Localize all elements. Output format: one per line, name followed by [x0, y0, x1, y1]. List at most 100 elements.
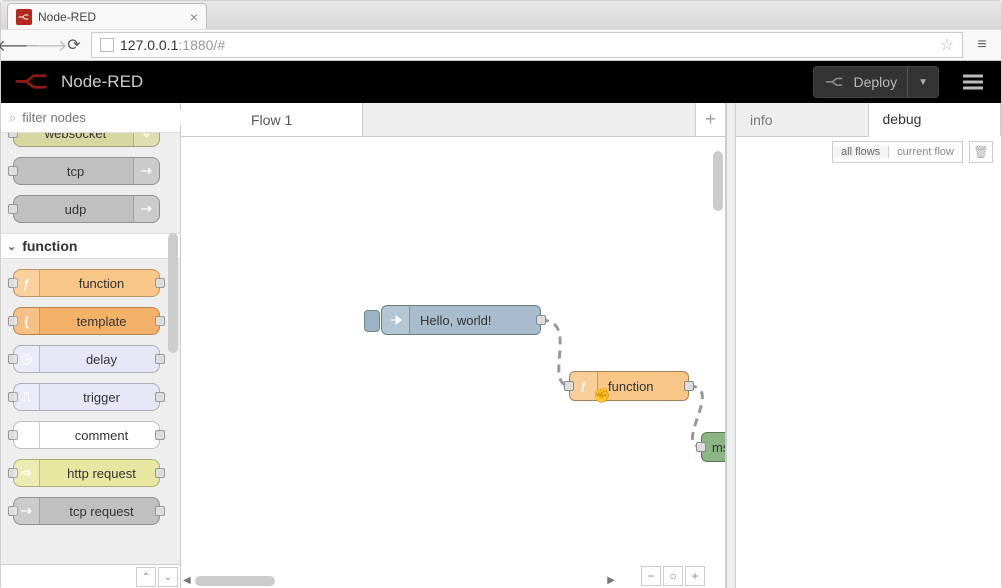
palette-node-udp[interactable]: ⇢ udp — [13, 195, 160, 223]
url-text: 127.0.0.1:1880/# — [120, 37, 225, 53]
node-output-port[interactable] — [536, 315, 546, 325]
node-type-icon: { — [14, 308, 40, 334]
palette-node-trigger[interactable]: ⎍ trigger — [13, 383, 160, 411]
inject-node[interactable]: Hello, world! — [381, 305, 541, 335]
debug-node[interactable]: msg.payload — [701, 432, 725, 462]
category-label: function — [22, 238, 77, 254]
inject-trigger-button[interactable] — [364, 310, 380, 332]
palette-collapse-button[interactable]: ⌃ — [136, 567, 156, 587]
palette-scrollbar[interactable] — [168, 233, 178, 353]
palette-node-label: tcp — [22, 164, 129, 179]
tab-debug-label: debug — [883, 111, 922, 127]
forward-button[interactable]: 🡒 — [35, 34, 57, 56]
palette-node-delay[interactable]: ◷ delay — [13, 345, 160, 373]
browser-menu-icon[interactable]: ≡ — [969, 32, 995, 58]
node-input-port[interactable] — [564, 381, 574, 391]
canvas-scrollbar-horizontal[interactable] — [195, 576, 275, 586]
node-port[interactable] — [8, 166, 18, 176]
node-port[interactable] — [155, 506, 165, 516]
zoom-reset-button[interactable]: ○ — [663, 566, 683, 586]
close-icon[interactable]: × — [190, 10, 198, 24]
tab-info-label: info — [750, 112, 773, 128]
filter-current-flow[interactable]: current flow — [888, 146, 962, 158]
add-flow-button[interactable]: + — [695, 103, 725, 136]
page-icon — [100, 38, 114, 52]
canvas-zoom-controls: − ○ + — [641, 566, 705, 586]
zoom-in-button[interactable]: + — [685, 566, 705, 586]
zoom-out-button[interactable]: − — [641, 566, 661, 586]
function-node[interactable]: ƒ function — [569, 371, 689, 401]
sidebar-tabs: info debug — [736, 103, 1001, 137]
palette-node-label: function — [44, 276, 159, 291]
palette-node-websocket[interactable]: ⇩websocket — [13, 133, 160, 147]
browser-tab-title: Node-RED — [38, 10, 184, 24]
palette-node-label: websocket — [22, 133, 129, 141]
canvas-scrollbar-vertical[interactable] — [713, 151, 723, 211]
node-type-icon: ⇢ — [133, 196, 159, 222]
favicon-icon — [16, 9, 32, 25]
deploy-icon — [824, 75, 844, 89]
node-type-icon: ƒ — [14, 270, 40, 296]
debug-filter-segment[interactable]: all flows current flow — [832, 141, 963, 163]
sidebar-split-handle[interactable] — [726, 103, 736, 588]
palette-node-label: delay — [44, 352, 159, 367]
node-port[interactable] — [155, 430, 165, 440]
tab-info[interactable]: info — [736, 103, 869, 136]
chevron-down-icon: ⌄ — [7, 240, 16, 253]
url-bar[interactable]: 127.0.0.1:1880/# ☆ — [91, 32, 963, 58]
tab-debug[interactable]: debug — [869, 103, 1002, 137]
palette-node-comment[interactable]: ⋯comment — [13, 421, 160, 449]
node-port[interactable] — [155, 468, 165, 478]
function-icon: ƒ — [570, 372, 598, 400]
node-type-icon: ◷ — [14, 346, 40, 372]
node-type-icon: ⎍ — [14, 384, 40, 410]
bookmark-star-icon[interactable]: ☆ — [940, 35, 954, 55]
filter-nodes-input[interactable] — [22, 110, 198, 125]
flow-tab-label: Flow 1 — [251, 112, 292, 128]
node-port[interactable] — [155, 354, 165, 364]
palette-node-label: template — [44, 314, 159, 329]
palette-node-label: udp — [22, 202, 129, 217]
browser-tab[interactable]: Node-RED × — [7, 3, 207, 29]
flow-canvas[interactable]: Hello, world! ƒ function ✊ msg.payload — [181, 137, 725, 588]
palette-node-template[interactable]: { template — [13, 307, 160, 335]
node-port[interactable] — [155, 392, 165, 402]
node-port[interactable] — [8, 204, 18, 214]
palette-expand-button[interactable]: ⌄ — [158, 567, 178, 587]
palette-node-function[interactable]: ƒ function — [13, 269, 160, 297]
filter-all-flows[interactable]: all flows — [833, 146, 888, 158]
node-port[interactable] — [155, 278, 165, 288]
palette-node-tcp-request[interactable]: ⇢tcp request — [13, 497, 160, 525]
node-red-logo-icon — [13, 71, 51, 93]
palette-node-label: trigger — [44, 390, 159, 405]
inject-node-label: Hello, world! — [410, 313, 502, 328]
node-output-port[interactable] — [684, 381, 694, 391]
node-port[interactable] — [8, 133, 18, 138]
debug-toolbar: all flows current flow 🗑 — [736, 137, 1001, 167]
inject-icon — [382, 306, 410, 334]
node-input-port[interactable] — [696, 442, 706, 452]
main-area: ⌕ ⇩websocket⇢tcp⇢udp ⌄ function ƒfunctio… — [1, 103, 1001, 588]
sidebar: info debug all flows current flow 🗑 — [736, 103, 1001, 588]
app-menu-icon[interactable] — [957, 66, 989, 98]
palette-filter: ⌕ — [1, 103, 180, 133]
scroll-left-icon[interactable]: ◀ — [183, 575, 191, 586]
palette-node-http-request[interactable]: ⇨http request — [13, 459, 160, 487]
function-node-label: function — [598, 379, 664, 394]
workspace: Flow 1 + Hello, world! ƒ fun — [181, 103, 726, 588]
clear-debug-button[interactable]: 🗑 — [969, 141, 993, 163]
deploy-label: Deploy — [854, 74, 898, 90]
node-port[interactable] — [155, 316, 165, 326]
palette-footer: ⌃ ⌄ — [1, 564, 180, 588]
palette-node-label: tcp request — [44, 504, 159, 519]
palette-node-label: http request — [44, 466, 159, 481]
palette-node-tcp[interactable]: ⇢tcp — [13, 157, 160, 185]
reload-button[interactable]: ⟳ — [63, 34, 85, 56]
deploy-button[interactable]: Deploy ▼ — [813, 66, 940, 98]
scroll-right-icon[interactable]: ▶ — [607, 575, 615, 586]
category-header-function[interactable]: ⌄ function — [1, 233, 180, 259]
wires-layer — [181, 137, 725, 588]
flow-tab[interactable]: Flow 1 — [181, 103, 363, 136]
node-type-icon: ⋯ — [14, 422, 40, 448]
caret-down-icon[interactable]: ▼ — [907, 67, 928, 97]
